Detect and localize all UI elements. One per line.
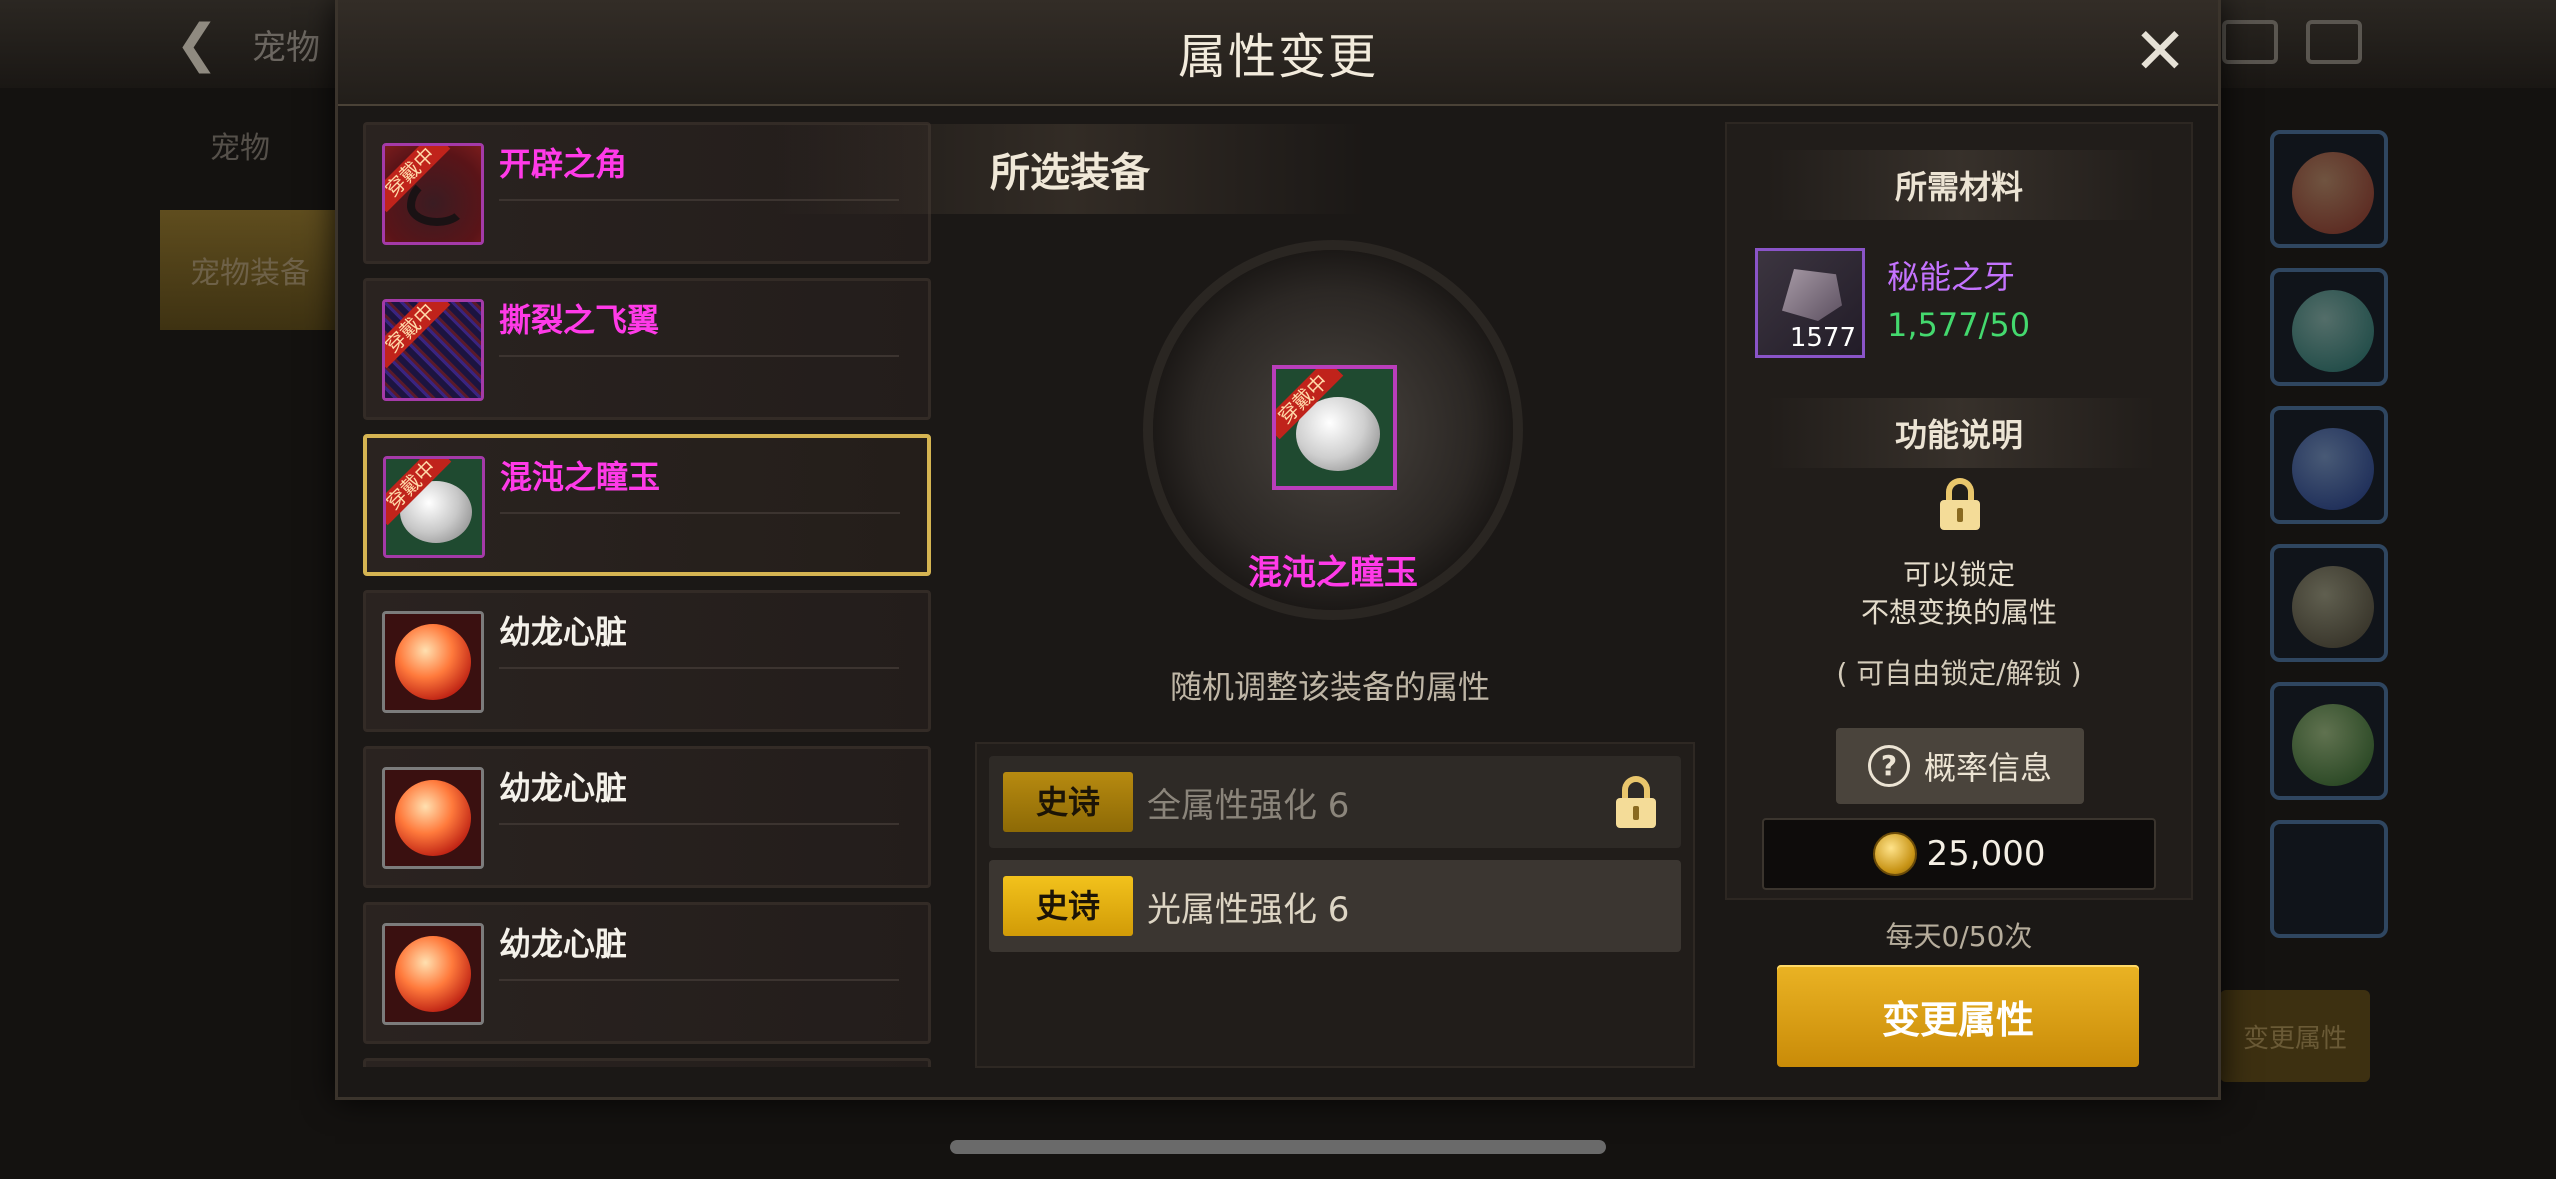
modal-header: 属性变更 ✕ <box>338 0 2218 106</box>
bg-slot[interactable] <box>2270 820 2388 938</box>
item-name: 撕裂之飞翼 <box>499 301 660 339</box>
materials-heading: 所需材料 <box>1894 168 2023 206</box>
bg-slot[interactable] <box>2270 130 2388 248</box>
list-item[interactable]: 幼龙心脏 <box>363 902 931 1044</box>
item-name: 幼龙心脏 <box>499 925 628 963</box>
red-orb-icon <box>382 767 484 869</box>
background-title: 宠物 <box>252 28 320 68</box>
divider <box>500 512 900 514</box>
list-item[interactable]: 幼龙心脏 <box>363 590 931 732</box>
function-line-1: 可以锁定 <box>1902 558 2015 591</box>
function-line-2: 不想变换的属性 <box>1860 596 2057 629</box>
divider <box>499 823 899 825</box>
home-indicator[interactable] <box>950 1140 1606 1154</box>
question-icon: ? <box>1867 745 1910 787</box>
bg-tab-pet[interactable]: 宠物 <box>150 90 330 200</box>
material-quantity: 1,577/50 <box>1887 306 2031 344</box>
back-arrow-icon[interactable]: ❮ <box>175 18 235 70</box>
item-name: 混沌之瞳玉 <box>500 458 661 496</box>
function-note: ( 可自由锁定/解锁 ) <box>1836 657 2082 690</box>
gold-coin-icon <box>1872 832 1917 876</box>
probability-info-button[interactable]: ? 概率信息 <box>1836 728 2084 804</box>
bg-tab-pet-equipment[interactable]: 宠物装备 <box>160 210 340 330</box>
shell-orb-icon: 穿戴中 <box>383 456 485 558</box>
selected-equipment-heading: 所选装备 <box>990 150 1150 196</box>
selected-equipment-name: 混沌之瞳玉 <box>1248 553 1418 593</box>
wing-icon: 穿戴中 <box>382 299 484 401</box>
item-name: 幼龙心脏 <box>499 613 628 651</box>
item-name: 幼龙心脏 <box>499 769 628 807</box>
function-description: 可以锁定 不想变换的属性 <box>1727 556 2191 632</box>
function-heading: 功能说明 <box>1894 416 2023 454</box>
probability-label: 概率信息 <box>1923 749 2052 787</box>
rarity-badge: 史诗 <box>1003 876 1133 936</box>
equipment-list[interactable]: 穿戴中 开辟之角 穿戴中 撕裂之飞翼 穿戴中 混沌之瞳玉 幼龙心脏 幼龙心脏 幼… <box>363 122 931 1067</box>
red-orb-icon <box>382 923 484 1025</box>
change-attribute-button[interactable]: 变更属性 <box>1777 965 2139 1067</box>
attribute-row-locked[interactable]: 史诗 全属性强化 6 <box>989 756 1681 848</box>
chat-icon[interactable] <box>2306 20 2362 64</box>
list-item[interactable]: 穿戴中 撕裂之飞翼 <box>363 278 931 420</box>
bg-slot[interactable] <box>2270 544 2388 662</box>
attribute-row[interactable]: 史诗 光属性强化 6 <box>989 860 1681 952</box>
red-orb-icon <box>382 611 484 713</box>
attribute-text: 全属性强化 6 <box>1147 786 1350 826</box>
bg-slot[interactable] <box>2270 268 2388 386</box>
divider <box>499 667 899 669</box>
selected-equipment-icon: 穿戴中 <box>1272 365 1397 490</box>
material-fang-icon[interactable]: 1577 <box>1755 248 1865 358</box>
material-owned-count: 1577 <box>1789 323 1856 353</box>
divider <box>499 979 899 981</box>
attribute-text: 光属性强化 6 <box>1147 890 1350 930</box>
cost-value: 25,000 <box>1926 834 2046 874</box>
divider <box>499 355 899 357</box>
rarity-badge: 史诗 <box>1003 772 1133 832</box>
modal-title: 属性变更 <box>1177 29 1378 85</box>
attribute-panel: 史诗 全属性强化 6 史诗 光属性强化 6 <box>975 742 1695 1068</box>
requirements-panel: 所需材料 1577 秘能之牙 1,577/50 功能说明 可以锁定 不想变换的属… <box>1725 122 2193 900</box>
bg-change-attr-button[interactable]: 变更属性 <box>2220 990 2370 1082</box>
cost-display: 25,000 <box>1762 818 2156 890</box>
list-item-selected[interactable]: 穿戴中 混沌之瞳玉 <box>363 434 931 576</box>
close-icon[interactable]: ✕ <box>2130 20 2190 84</box>
item-name: 开辟之角 <box>499 145 628 183</box>
lock-icon <box>1940 478 1980 530</box>
bg-slot[interactable] <box>2270 406 2388 524</box>
mail-icon[interactable] <box>2222 20 2278 64</box>
horn-icon: 穿戴中 <box>382 143 484 245</box>
lock-icon[interactable] <box>1616 776 1656 828</box>
selected-equipment-description: 随机调整该装备的属性 <box>1169 668 1490 706</box>
material-name: 秘能之牙 <box>1887 258 2016 296</box>
bg-slot[interactable] <box>2270 682 2388 800</box>
daily-limit: 每天0/50次 <box>1885 920 2033 953</box>
list-item[interactable] <box>363 1058 931 1067</box>
list-item[interactable]: 幼龙心脏 <box>363 746 931 888</box>
